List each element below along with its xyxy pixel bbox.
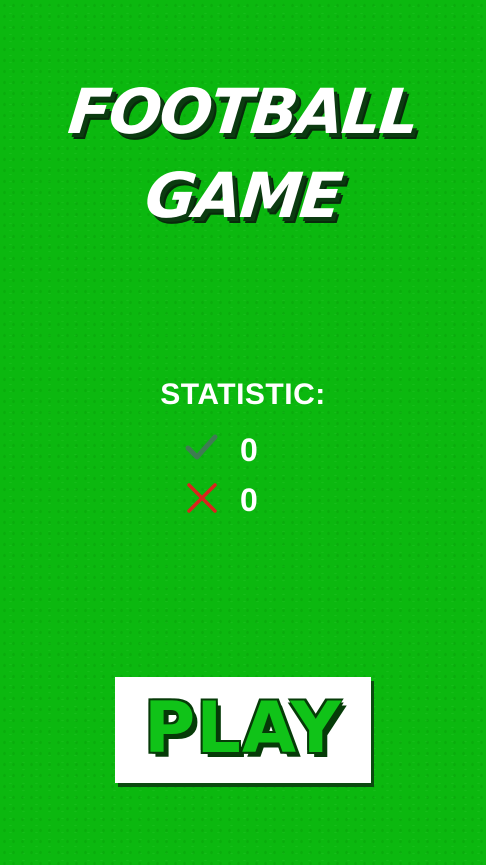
play-button-label: PLAY xyxy=(143,687,343,769)
game-title: FOOTBALL GAME xyxy=(0,70,486,238)
play-button[interactable]: PLAY xyxy=(115,677,371,783)
cross-icon xyxy=(187,483,217,513)
wins-count: 0 xyxy=(240,432,258,468)
wins-row: 0 xyxy=(184,430,324,470)
losses-row: 0 xyxy=(184,480,324,520)
game-screen: { "title": { "line1": "FOOTBALL", "line2… xyxy=(0,0,486,865)
title-line-1: FOOTBALL xyxy=(65,75,422,148)
losses-count: 0 xyxy=(240,482,258,518)
title-line-2: GAME xyxy=(141,159,345,232)
statistic-heading: STATISTIC: xyxy=(160,378,326,411)
checkmark-icon xyxy=(185,434,218,460)
